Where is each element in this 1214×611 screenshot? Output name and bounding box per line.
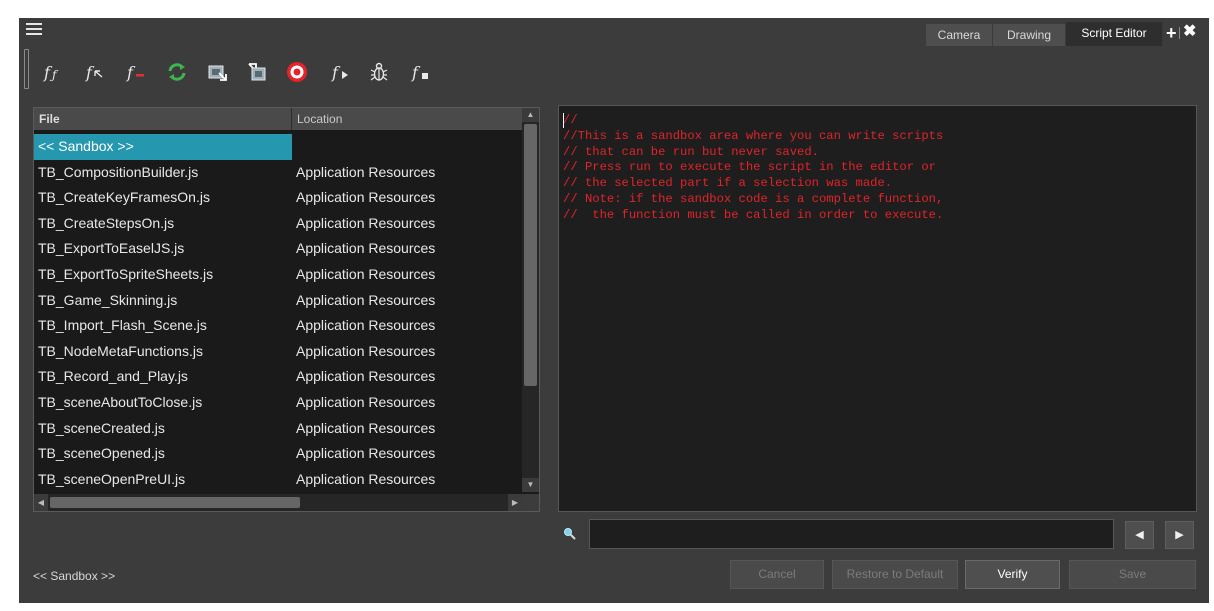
function-red-dash-icon[interactable]: f	[124, 60, 148, 84]
table-row[interactable]: TB_sceneOpenPreUI.js Application Resource…	[34, 467, 522, 493]
file-name-cell: TB_sceneAboutToClose.js	[38, 393, 203, 410]
menu-icon[interactable]	[26, 23, 42, 37]
script-text-editor[interactable]: ////This is a sandbox area where you can…	[558, 105, 1197, 512]
debug-bug-icon[interactable]	[367, 60, 391, 84]
column-header-file[interactable]: File	[34, 108, 292, 130]
file-list: << Sandbox >> TB_CompositionBuilder.js App…	[34, 134, 522, 492]
script-file-table: File Location << Sandbox >> TB_Compositio…	[33, 107, 540, 512]
table-row[interactable]: TB_ExportToSpriteSheets.js Application Re…	[34, 262, 522, 288]
location-cell: Application Resources	[296, 317, 436, 334]
file-name-cell: TB_sceneOpenPreUI.js	[38, 470, 186, 487]
table-header: File Location	[34, 108, 522, 130]
file-name-cell: TB_Game_Skinning.js	[38, 291, 178, 308]
column-header-location[interactable]: Location	[292, 108, 522, 130]
vertical-scrollbar[interactable]: ▲ ▼	[522, 108, 539, 492]
horizontal-scrollbar[interactable]: ◀ ▶	[34, 494, 522, 511]
file-name-cell: TB_CreateStepsOn.js	[38, 214, 175, 231]
location-cell: Application Resources	[296, 368, 436, 385]
code-line: // the selected part if a selection was …	[563, 176, 893, 191]
location-cell: Application Resources	[296, 240, 436, 257]
function-run-icon[interactable]: f	[329, 60, 353, 84]
target-red-icon[interactable]	[285, 60, 309, 84]
table-row[interactable]: TB_NodeMetaFunctions.js Application Resou…	[34, 339, 522, 365]
close-view-icon[interactable]: ✖	[1183, 22, 1196, 42]
table-row[interactable]: << Sandbox >>	[34, 134, 522, 160]
tab-drawing[interactable]: Drawing	[993, 24, 1066, 46]
editor-code[interactable]: ////This is a sandbox area where you can…	[563, 113, 943, 224]
tab-camera[interactable]: Camera	[926, 24, 993, 46]
svg-text:ƒ: ƒ	[49, 68, 59, 82]
search-input[interactable]	[589, 519, 1114, 549]
file-name-cell: TB_NodeMetaFunctions.js	[38, 342, 203, 359]
scroll-up-icon[interactable]: ▲	[522, 108, 539, 122]
scroll-left-icon[interactable]: ◀	[34, 494, 48, 511]
tab-script-editor[interactable]: Script Editor	[1066, 22, 1163, 46]
file-name-cell: TB_ExportToSpriteSheets.js	[38, 265, 214, 282]
location-cell: Application Resources	[296, 419, 436, 436]
scroll-right-icon[interactable]: ▶	[508, 494, 522, 511]
export-script-icon[interactable]	[245, 60, 269, 84]
location-cell: Application Resources	[296, 445, 436, 462]
function-italic-icon[interactable]: fƒ	[41, 60, 65, 84]
location-cell: Application Resources	[296, 342, 436, 359]
location-cell: Application Resources	[296, 291, 436, 308]
add-tab-icon[interactable]: +	[1166, 23, 1177, 43]
table-row[interactable]: TB_sceneOpened.js Application Resources	[34, 441, 522, 467]
table-row[interactable]: TB_sceneAboutToClose.js Application Resou…	[34, 390, 522, 416]
scroll-down-icon[interactable]: ▼	[522, 478, 539, 492]
code-line: //This is a sandbox area where you can w…	[563, 128, 944, 143]
verify-button[interactable]: Verify	[965, 560, 1060, 589]
table-row[interactable]: TB_ExportToEaselJS.js Application Resourc…	[34, 236, 522, 262]
table-row[interactable]: TB_Import_Flash_Scene.js Application Reso…	[34, 313, 522, 339]
location-cell: Application Resources	[296, 163, 436, 180]
code-line: // that can be run but never saved.	[563, 144, 819, 159]
file-name-cell: TB_Import_Flash_Scene.js	[38, 317, 207, 334]
code-line: // Note: if the sandbox code is a comple…	[563, 191, 944, 206]
table-row[interactable]: TB_Game_Skinning.js Application Resources	[34, 288, 522, 314]
find-previous-button[interactable]: ◀	[1125, 521, 1154, 549]
find-next-button[interactable]: ▶	[1165, 521, 1194, 549]
location-cell: Application Resources	[296, 265, 436, 282]
file-name-cell: TB_Record_and_Play.js	[38, 368, 188, 385]
import-script-icon[interactable]	[205, 60, 229, 84]
horizontal-scroll-thumb[interactable]	[50, 497, 300, 508]
file-name-cell: TB_CreateKeyFramesOn.js	[38, 189, 210, 206]
refresh-green-icon[interactable]	[165, 60, 189, 84]
file-name-cell: << Sandbox >>	[34, 134, 292, 160]
code-line: // Press run to execute the script in th…	[563, 160, 936, 175]
location-cell: Application Resources	[296, 189, 436, 206]
table-row[interactable]: TB_sceneCreated.js Application Resources	[34, 416, 522, 442]
table-row[interactable]: TB_Record_and_Play.js Application Resourc…	[34, 364, 522, 390]
code-line: //	[563, 113, 578, 127]
current-script-label: << Sandbox >>	[33, 569, 116, 583]
script-editor-panel: Camera Drawing Script Editor + ✖ fƒ f f …	[19, 18, 1209, 603]
cancel-button[interactable]: Cancel	[730, 560, 824, 589]
function-stop-icon[interactable]: f	[409, 60, 433, 84]
location-cell: Application Resources	[296, 470, 436, 487]
file-name-cell: TB_sceneOpened.js	[38, 445, 165, 462]
svg-text:f: f	[331, 63, 341, 82]
table-row[interactable]: TB_CreateKeyFramesOn.js Application Resou…	[34, 185, 522, 211]
toolbar-grip[interactable]	[24, 49, 29, 89]
file-name-cell: TB_CompositionBuilder.js	[38, 163, 199, 180]
file-name-cell: TB_ExportToEaselJS.js	[38, 240, 185, 257]
svg-text:f: f	[126, 63, 136, 82]
table-row[interactable]: TB_CreateStepsOn.js Application Resources	[34, 211, 522, 237]
save-button[interactable]: Save	[1069, 560, 1196, 589]
vertical-scroll-thumb[interactable]	[524, 124, 537, 386]
scrollbar-corner	[522, 494, 539, 511]
restore-to-default-button[interactable]: Restore to Default	[832, 560, 958, 589]
function-with-arrow-icon[interactable]: f	[83, 60, 107, 84]
svg-text:f: f	[411, 63, 421, 82]
location-cell: Application Resources	[296, 214, 436, 231]
table-row[interactable]: TB_CompositionBuilder.js Application Reso…	[34, 160, 522, 186]
tab-controls-divider	[1179, 27, 1180, 39]
code-line: // the function must be called in order …	[563, 207, 944, 222]
svg-text:f: f	[85, 63, 95, 82]
file-name-cell: TB_sceneCreated.js	[38, 419, 165, 436]
search-icon	[562, 526, 578, 542]
location-cell: Application Resources	[296, 393, 436, 410]
